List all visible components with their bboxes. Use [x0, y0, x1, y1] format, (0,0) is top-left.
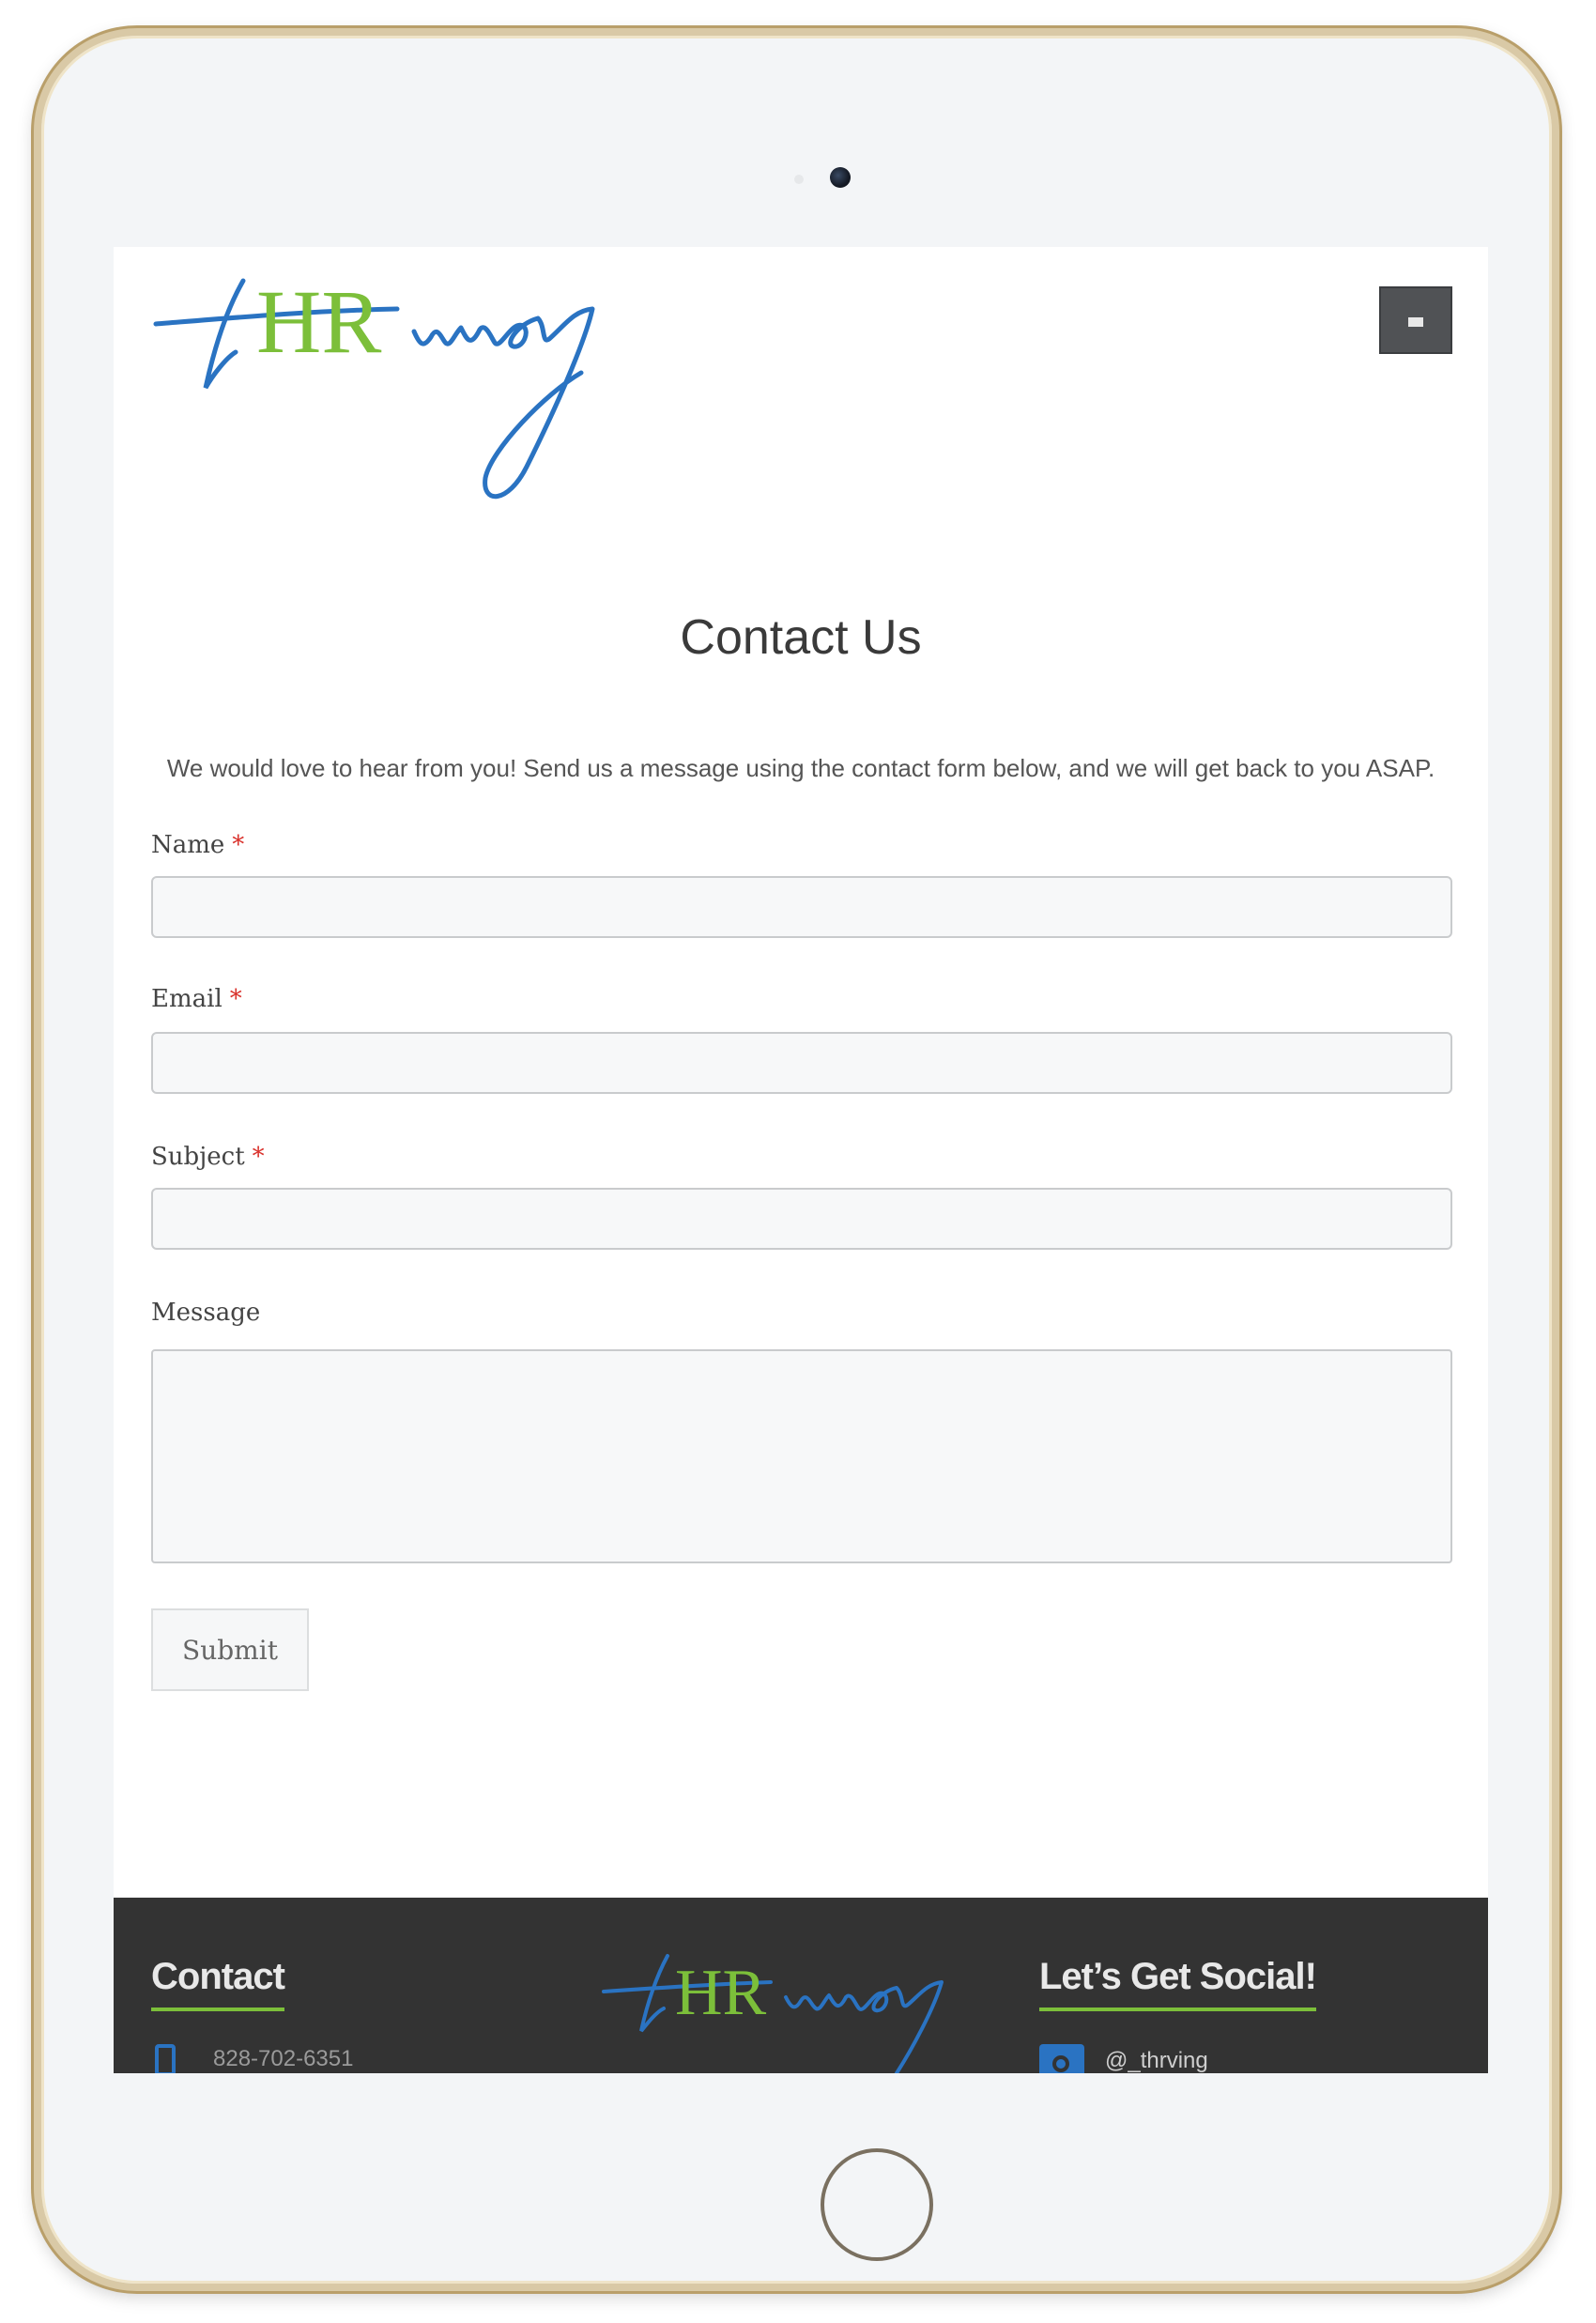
instagram-icon: [1039, 2044, 1084, 2073]
footer-social-heading: Let’s Get Social!: [1039, 1956, 1317, 2011]
phone-icon: [155, 2044, 176, 2073]
subject-input[interactable]: [151, 1188, 1452, 1250]
message-textarea[interactable]: [151, 1349, 1452, 1563]
home-button[interactable]: [821, 2148, 933, 2261]
email-label: Email *: [151, 985, 242, 1013]
submit-button[interactable]: Submit: [151, 1608, 309, 1691]
footer-logo-hr-text: HR: [675, 1957, 767, 2029]
page-title: Contact Us: [680, 610, 922, 665]
site-footer: Contact 828-702-6351 HR Let’s Get Social…: [114, 1898, 1488, 2073]
required-marker: *: [252, 1143, 265, 1171]
required-marker: *: [232, 831, 245, 859]
name-input[interactable]: [151, 876, 1452, 938]
message-label: Message: [151, 1299, 260, 1327]
logo-hr-text: HR: [256, 271, 381, 372]
subject-label: Subject *: [151, 1143, 265, 1171]
front-camera: [830, 167, 851, 188]
footer-brand-logo[interactable]: HR: [602, 1946, 959, 2073]
subject-label-text: Subject: [151, 1143, 245, 1171]
email-input[interactable]: [151, 1032, 1452, 1094]
menu-icon: [1408, 317, 1423, 327]
front-sensor: [794, 175, 804, 184]
footer-contact-heading: Contact: [151, 1956, 285, 2011]
menu-button[interactable]: [1379, 286, 1452, 354]
footer-phone-number[interactable]: 828-702-6351: [213, 2046, 353, 2072]
required-marker: *: [229, 985, 242, 1013]
name-label: Name *: [151, 831, 244, 859]
instagram-handle[interactable]: @_thrving: [1105, 2048, 1208, 2073]
email-label-text: Email: [151, 985, 223, 1013]
message-label-text: Message: [151, 1299, 261, 1327]
browser-viewport: HR Contact Us We would love to hear from…: [114, 247, 1488, 2073]
brand-logo[interactable]: HR: [151, 269, 677, 514]
name-label-text: Name: [151, 831, 225, 859]
contact-intro-text: We would love to hear from you! Send us …: [166, 754, 1435, 782]
